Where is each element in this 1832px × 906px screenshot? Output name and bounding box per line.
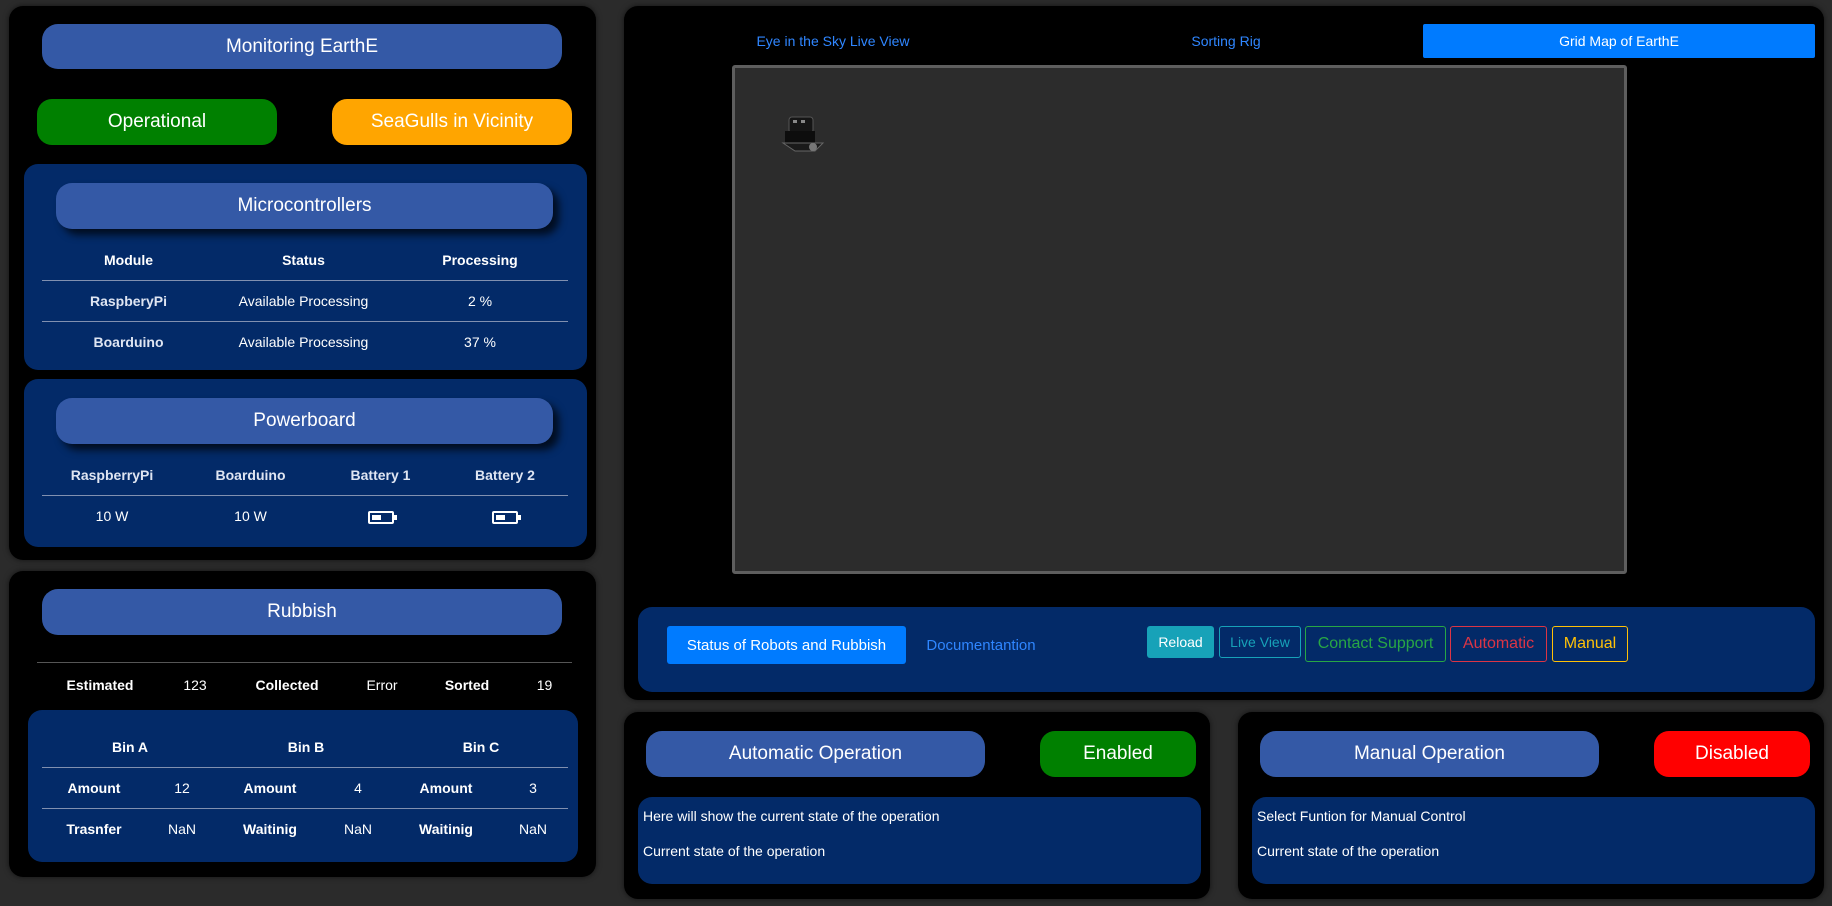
- column-header: Boarduino: [215, 467, 286, 484]
- manual-button[interactable]: Manual: [1552, 626, 1628, 662]
- grid-map-canvas[interactable]: [732, 65, 1627, 574]
- table-row: RaspberyPi Available Processing 2 %: [42, 279, 568, 321]
- state-label: Trasnfer: [42, 807, 146, 849]
- bin-b-header: Bin B: [287, 738, 325, 755]
- table-row: Trasnfer NaN Waitinig NaN Waitinig NaN: [42, 807, 568, 849]
- state-value: NaN: [146, 807, 218, 849]
- table-row: 10 W 10 W: [42, 494, 568, 537]
- tab-status-robots-rubbish[interactable]: Status of Robots and Rubbish: [667, 626, 906, 664]
- contact-support-button[interactable]: Contact Support: [1305, 626, 1446, 662]
- amount-value: 3: [498, 766, 568, 808]
- amount-value: 4: [322, 766, 394, 808]
- state-label: Waitinig: [394, 807, 498, 849]
- raspberrypi-power: 10 W: [42, 494, 182, 537]
- battery-icon: [367, 511, 397, 525]
- manual-operation-line1: Select Funtion for Manual Control: [1257, 808, 1466, 824]
- state-value: NaN: [322, 807, 394, 849]
- state-value: NaN: [498, 807, 568, 849]
- tab-sorting-rig[interactable]: Sorting Rig: [1031, 24, 1421, 58]
- microcontrollers-title: Microcontrollers: [56, 183, 553, 229]
- bin-a-header: Bin A: [111, 738, 149, 755]
- operational-status-badge: Operational: [37, 99, 277, 145]
- sorted-value: 19: [536, 677, 553, 693]
- collected-value: Error: [366, 677, 398, 693]
- automatic-button[interactable]: Automatic: [1450, 626, 1547, 662]
- seagulls-status-badge: SeaGulls in Vicinity: [332, 99, 572, 145]
- tab-eye-in-the-sky[interactable]: Eye in the Sky Live View: [635, 24, 1031, 58]
- column-header: Battery 2: [475, 467, 535, 484]
- rubbish-summary: Estimated 123 Collected Error Sorted 19: [37, 668, 572, 702]
- powerboard-title: Powerboard: [56, 398, 553, 444]
- module-status: Available Processing: [215, 279, 392, 321]
- bins-table: Bin A Bin B Bin C Amount 12 Amount 4 Amo…: [42, 727, 568, 849]
- manual-operation-title: Manual Operation: [1260, 731, 1599, 777]
- column-header: Battery 1: [350, 467, 411, 484]
- robot-icon: [781, 116, 825, 152]
- tab-grid-map[interactable]: Grid Map of EarthE: [1423, 24, 1815, 58]
- live-view-button[interactable]: Live View: [1219, 626, 1301, 658]
- table-row: Amount 12 Amount 4 Amount 3: [42, 766, 568, 808]
- boarduino-power: 10 W: [182, 494, 319, 537]
- rubbish-divider: [37, 662, 572, 663]
- reload-button[interactable]: Reload: [1147, 626, 1214, 658]
- rubbish-title: Rubbish: [42, 589, 562, 635]
- collected-label: Collected: [255, 677, 319, 693]
- column-header: Status: [282, 251, 325, 268]
- amount-label: Amount: [218, 766, 322, 808]
- automatic-operation-line1: Here will show the current state of the …: [643, 808, 940, 824]
- module-name: RaspberyPi: [42, 279, 215, 321]
- module-status: Available Processing: [215, 320, 392, 362]
- battery-icon: [492, 511, 521, 525]
- state-label: Waitinig: [218, 807, 322, 849]
- sorted-label: Sorted: [444, 677, 490, 693]
- manual-operation-line2: Current state of the operation: [1257, 843, 1440, 859]
- module-processing: 37 %: [392, 320, 568, 362]
- table-row: Boarduino Available Processing 37 %: [42, 320, 568, 362]
- column-header: Module: [104, 251, 153, 268]
- module-name: Boarduino: [42, 320, 215, 362]
- column-header: RaspberryPi: [70, 467, 154, 484]
- microcontrollers-table: Module Status Processing RaspberyPi Avai…: [42, 240, 568, 362]
- amount-label: Amount: [394, 766, 498, 808]
- tab-documentation[interactable]: Documentantion: [907, 626, 1055, 664]
- module-processing: 2 %: [392, 279, 568, 321]
- manual-disabled-badge: Disabled: [1654, 731, 1810, 777]
- automatic-enabled-badge: Enabled: [1040, 731, 1196, 777]
- column-header: Processing: [442, 251, 518, 268]
- amount-value: 12: [146, 766, 218, 808]
- powerboard-table: RaspberryPi Boarduino Battery 1 Battery …: [42, 456, 568, 537]
- automatic-operation-line2: Current state of the operation: [643, 843, 826, 859]
- estimated-value: 123: [183, 677, 207, 693]
- bin-c-header: Bin C: [462, 738, 500, 755]
- automatic-operation-title: Automatic Operation: [646, 731, 985, 777]
- estimated-label: Estimated: [66, 677, 134, 693]
- amount-label: Amount: [42, 766, 146, 808]
- monitoring-title: Monitoring EarthE: [42, 24, 562, 69]
